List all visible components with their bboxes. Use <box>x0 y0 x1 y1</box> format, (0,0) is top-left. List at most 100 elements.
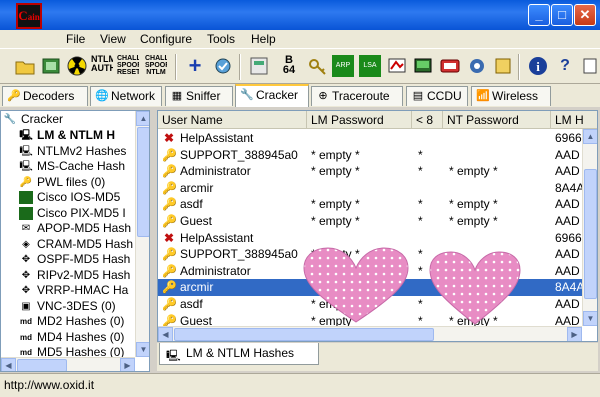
table-row[interactable]: 🔑 arcmir 8A4A <box>158 180 597 197</box>
base64-button[interactable]: B 64 <box>278 55 300 77</box>
scroll-up-icon[interactable]: ▲ <box>136 111 149 126</box>
cell-user-name: HelpAssistant <box>180 131 254 145</box>
menu-configure[interactable]: Configure <box>140 30 192 48</box>
table-row[interactable]: ✖ HelpAssistant 6966 <box>158 130 597 147</box>
svg-text:i: i <box>536 59 540 74</box>
tab-cracker[interactable]: 🔧 Cracker <box>235 84 309 107</box>
cell-nt-password <box>447 180 551 196</box>
column-nt-password[interactable]: NT Password <box>443 111 551 129</box>
tab-network[interactable]: 🌐 Network <box>90 86 162 106</box>
tree-item-label: MS-Cache Hash <box>37 159 126 173</box>
tree-item-label: VNC-3DES (0) <box>37 298 116 313</box>
tab-traceroute[interactable]: ⊕ Traceroute <box>311 86 403 106</box>
monitor-icon: 🖳 <box>19 145 33 157</box>
cracker-tree: 🔧 Cracker 🖳 LM & NTLM H 🖳 NTLMv2 Hashes 🖳 MS… <box>0 110 150 372</box>
column-lm-password[interactable]: LM Password <box>307 111 412 129</box>
tools-icon[interactable] <box>492 55 514 77</box>
chall-spoof-ntlm-button[interactable]: CHALL SPOOF NTLM <box>145 55 167 77</box>
scroll-left-icon[interactable]: ◀ <box>158 327 173 341</box>
scroll-thumb[interactable] <box>17 359 67 371</box>
wrench-icon[interactable] <box>212 55 234 77</box>
table-vertical-scrollbar[interactable]: ▲ ▼ <box>582 129 597 326</box>
scroll-left-icon[interactable]: ◀ <box>1 358 16 371</box>
tree-item-label: LM & NTLM H <box>37 128 115 142</box>
vnc-icon: ▣ <box>21 300 31 312</box>
chall-spoof-reset-button[interactable]: CHALL SPOOF RESET <box>117 55 139 77</box>
tree-horizontal-scrollbar[interactable]: ◀ ▶ <box>1 357 135 371</box>
wireless-icon: 📶 <box>476 90 490 102</box>
cell-lm-password <box>309 230 412 246</box>
table-row[interactable]: 🔑 Administrator * empty * * * empty * AAD <box>158 163 597 180</box>
add-icon[interactable]: + <box>184 55 206 77</box>
table-row[interactable]: 🔑 asdf * empty * * * empty * AAD <box>158 196 597 213</box>
scroll-down-icon[interactable]: ▼ <box>583 311 597 326</box>
maximize-button[interactable]: □ <box>551 4 573 26</box>
monitor-icon[interactable] <box>412 55 434 77</box>
network-icon[interactable] <box>386 55 408 77</box>
menu-tools[interactable]: Tools <box>207 30 235 48</box>
hash-calc-icon[interactable] <box>248 55 270 77</box>
user-key-icon: 🔑 <box>162 180 177 195</box>
help-icon[interactable]: ? <box>554 55 576 77</box>
table-horizontal-scrollbar[interactable]: ◀ ▶ <box>158 326 582 341</box>
menu-help[interactable]: Help <box>251 30 276 48</box>
tab-lm-ntlm-hashes[interactable]: 🖳 LM & NTLM Hashes <box>159 343 319 365</box>
user-key-icon: 🔑 <box>162 197 177 212</box>
menu-view[interactable]: View <box>100 30 126 48</box>
column-user-name[interactable]: User Name <box>158 111 307 129</box>
tree-vertical-scrollbar[interactable]: ▲ ▼ <box>135 111 149 357</box>
scroll-thumb[interactable] <box>174 328 434 341</box>
tab-label: Network <box>111 89 156 103</box>
cell-user-name: arcmir <box>180 180 214 195</box>
scroll-down-icon[interactable]: ▼ <box>136 342 149 357</box>
key-icon[interactable] <box>306 55 328 77</box>
tab-sniffer[interactable]: ▦ Sniffer <box>165 86 233 106</box>
lsa-icon[interactable]: LSA <box>359 55 381 77</box>
minimize-button[interactable]: _ <box>528 4 550 26</box>
cell-user-name: SUPPORT_388945a0 <box>180 247 298 262</box>
tab-wireless[interactable]: 📶 Wireless <box>471 86 551 106</box>
tree-item-label: MD4 Hashes (0) <box>37 329 125 344</box>
scroll-thumb[interactable] <box>584 169 597 299</box>
tab-ccdu[interactable]: ▤ CCDU <box>406 86 468 106</box>
ntlm-auth-button[interactable]: NTLM AUTH <box>91 55 113 77</box>
app-logo[interactable]: Cain <box>16 3 42 29</box>
info-icon[interactable]: i <box>527 55 549 77</box>
scroll-thumb[interactable] <box>137 127 149 237</box>
sniffer-toggle-icon[interactable] <box>40 55 62 77</box>
cell-nt-password <box>447 230 551 246</box>
cisco-icon <box>19 191 33 204</box>
menu-file[interactable]: File <box>66 30 85 48</box>
cell-lm-hash: 8A4A <box>555 180 582 195</box>
radiation-icon[interactable] <box>66 55 88 77</box>
column-lm-hash[interactable]: LM H <box>551 111 597 129</box>
tree-item-label: PWL files (0) <box>37 174 106 189</box>
router-icon: ✥ <box>21 285 31 296</box>
scroll-right-icon[interactable]: ▶ <box>120 358 135 371</box>
bookmark-icon[interactable] <box>582 55 598 77</box>
certificate-icon[interactable] <box>439 55 461 77</box>
cell-lm-hash: AAD <box>555 214 580 228</box>
cell-lm-hash: AAD <box>555 297 580 311</box>
traceroute-icon: ⊕ <box>318 90 328 102</box>
open-folder-icon[interactable] <box>14 55 36 77</box>
column-less-than-8[interactable]: < 8 <box>412 111 443 129</box>
tab-decoders[interactable]: 🔑 Decoders <box>2 86 88 106</box>
bottom-tab-bar: 🖳 LM & NTLM Hashes <box>157 343 598 371</box>
cell-user-name: asdf <box>180 197 203 212</box>
table-row[interactable]: 🔑SUPPORT_388945a0 * empty * * AAD <box>158 147 597 164</box>
arp-icon[interactable]: ARP <box>332 55 354 77</box>
cell-lm-password: * empty * <box>311 214 360 228</box>
table-row[interactable]: ✖ HelpAssistant 6966 <box>158 230 597 247</box>
cell-nt-password: * empty * <box>449 214 498 228</box>
user-key-icon: 🔑 <box>162 214 177 228</box>
scroll-right-icon[interactable]: ▶ <box>567 327 582 341</box>
tree-item-label: APOP-MD5 Hash <box>37 221 132 235</box>
close-button[interactable]: ✕ <box>574 4 596 26</box>
settings-icon[interactable] <box>466 55 488 77</box>
title-bar[interactable]: Cain _ □ ✕ <box>0 0 600 30</box>
scroll-up-icon[interactable]: ▲ <box>583 129 597 144</box>
toolbar-separator <box>518 54 520 80</box>
table-row[interactable]: 🔑Guest * empty * * * empty * AAD <box>158 213 597 230</box>
cell-user-name: Administrator <box>180 263 251 278</box>
